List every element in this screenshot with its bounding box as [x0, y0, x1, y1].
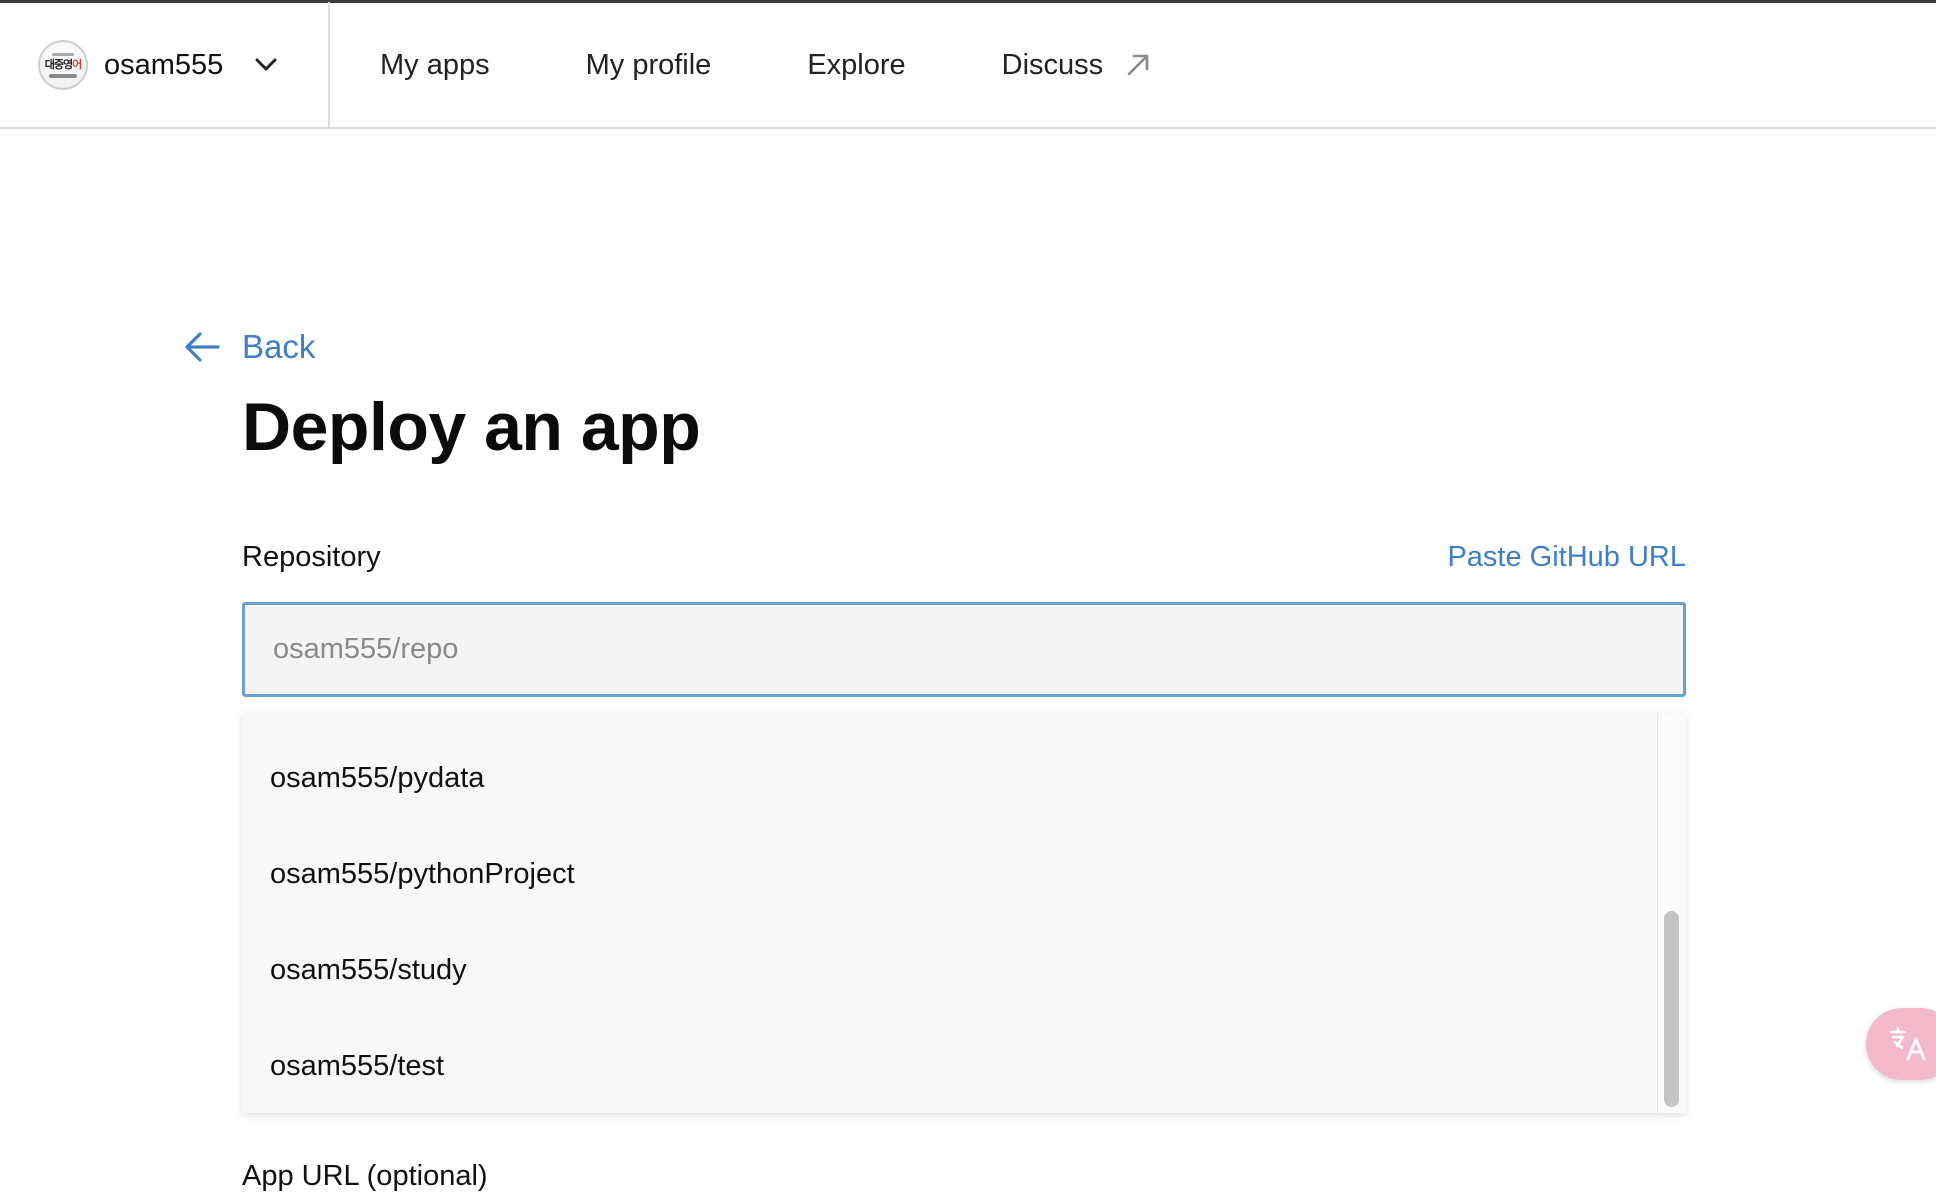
nav-discuss[interactable]: Discuss	[1002, 49, 1152, 82]
avatar-mark-bottom	[49, 73, 77, 78]
dropdown-scrollbar-thumb[interactable]	[1664, 911, 1679, 1107]
dropdown-scrollbar[interactable]	[1657, 713, 1686, 1113]
account-name: osam555	[104, 48, 224, 81]
back-label: Back	[242, 328, 316, 365]
suggestion-item[interactable]: osam555/test	[242, 1018, 1657, 1114]
suggestion-item[interactable]: osam555/study	[242, 922, 1657, 1018]
avatar-text-a: 대중영	[44, 58, 73, 71]
nav-my-apps[interactable]: My apps	[380, 49, 490, 82]
nav-my-profile[interactable]: My profile	[586, 49, 712, 82]
app-url-label: App URL (optional)	[242, 1160, 488, 1192]
avatar-mark-top	[52, 52, 74, 56]
avatar-text: 대중영어	[44, 58, 83, 71]
suggestion-list: osam555/pydata osam555/pythonProject osa…	[242, 713, 1657, 1113]
page-title: Deploy an app	[242, 389, 701, 465]
translate-button[interactable]	[1866, 1008, 1936, 1080]
arrow-left-icon	[185, 332, 220, 362]
suggestion-item[interactable]: osam555/pythonProject	[242, 826, 1657, 922]
suggestion-item[interactable]: osam555/pydata	[242, 730, 1657, 826]
account-switcher[interactable]: 대중영어 osam555	[0, 2, 330, 128]
external-link-icon	[1127, 54, 1149, 76]
paste-github-url-link[interactable]: Paste GitHub URL	[1447, 541, 1686, 574]
back-link[interactable]: Back	[184, 328, 315, 366]
avatar-text-b: 어	[72, 58, 82, 71]
nav-explore[interactable]: Explore	[807, 49, 905, 82]
repository-suggestions: osam555/pydata osam555/pythonProject osa…	[242, 713, 1686, 1113]
repository-input[interactable]	[242, 602, 1686, 697]
repository-label: Repository	[242, 541, 381, 573]
main-nav: My apps My profile Explore Discuss	[330, 2, 1197, 128]
nav-my-apps-label: My apps	[380, 48, 490, 81]
translate-icon	[1889, 1026, 1926, 1061]
chevron-down-icon[interactable]	[255, 54, 277, 76]
nav-my-profile-label: My profile	[585, 48, 712, 81]
nav-explore-label: Explore	[807, 48, 906, 81]
avatar: 대중영어	[38, 40, 88, 90]
top-nav: 대중영어 osam555 My apps My profile Explore …	[0, 2, 1936, 129]
nav-discuss-label: Discuss	[1001, 48, 1104, 81]
